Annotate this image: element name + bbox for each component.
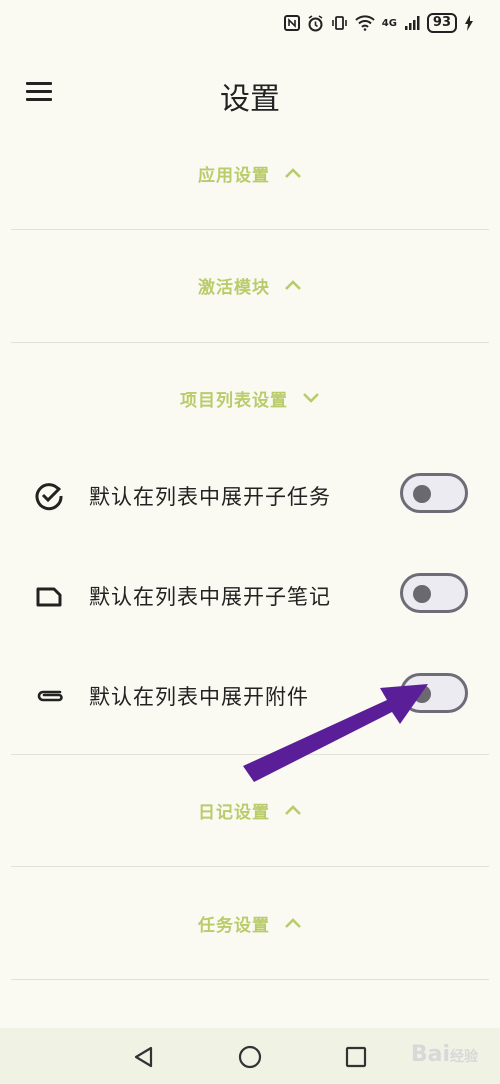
network-type: 4G <box>381 17 397 29</box>
section-label: 应用设置 <box>198 165 270 186</box>
toggle-knob <box>413 685 431 703</box>
app-bar: 设置 <box>0 62 500 122</box>
setting-label: 默认在列表中展开附件 <box>89 685 309 709</box>
home-button[interactable] <box>237 1044 263 1070</box>
section-label: 日记设置 <box>198 802 270 823</box>
divider <box>11 342 489 343</box>
recents-button[interactable] <box>343 1044 369 1070</box>
back-button[interactable] <box>131 1044 157 1070</box>
section-label: 任务设置 <box>198 915 270 936</box>
toggle-expand-subnotes[interactable] <box>400 573 468 613</box>
setting-label: 默认在列表中展开子任务 <box>89 485 331 509</box>
chevron-up-icon <box>284 167 302 179</box>
divider <box>11 866 489 867</box>
section-header-project-list-settings[interactable]: 项目列表设置 <box>0 378 500 418</box>
note-icon <box>34 581 64 611</box>
wifi-icon <box>355 15 375 31</box>
toggle-expand-attachments[interactable] <box>400 673 468 713</box>
chevron-up-icon <box>284 279 302 291</box>
section-header-journal-settings[interactable]: 日记设置 <box>0 790 500 830</box>
vibrate-icon <box>331 15 348 31</box>
attachment-icon <box>34 681 64 711</box>
battery-level: 93 <box>426 13 457 33</box>
check-circle-icon <box>34 481 64 511</box>
status-bar: 4G 93 <box>0 0 500 48</box>
section-label: 项目列表设置 <box>180 390 288 411</box>
setting-row-expand-attachments[interactable]: 默认在列表中展开附件 <box>0 665 500 725</box>
page-title: 设置 <box>220 82 280 117</box>
section-label: 激活模块 <box>198 277 270 298</box>
charging-icon <box>464 15 474 31</box>
section-header-task-settings[interactable]: 任务设置 <box>0 903 500 943</box>
divider <box>11 979 489 980</box>
setting-row-expand-subtasks[interactable]: 默认在列表中展开子任务 <box>0 465 500 525</box>
toggle-knob <box>413 585 431 603</box>
chevron-down-icon <box>302 392 320 404</box>
setting-label: 默认在列表中展开子笔记 <box>89 585 331 609</box>
section-header-app-settings[interactable]: 应用设置 <box>0 153 500 193</box>
status-icons: 4G 93 <box>283 13 474 33</box>
setting-row-expand-subnotes[interactable]: 默认在列表中展开子笔记 <box>0 565 500 625</box>
toggle-expand-subtasks[interactable] <box>400 473 468 513</box>
divider <box>11 754 489 755</box>
toggle-knob <box>413 485 431 503</box>
nfc-icon <box>283 15 300 31</box>
navigation-bar: Bai经验 <box>0 1028 500 1084</box>
divider <box>11 229 489 230</box>
section-header-activate-modules[interactable]: 激活模块 <box>0 265 500 305</box>
signal-icon <box>404 15 420 31</box>
alarm-icon <box>307 14 324 32</box>
chevron-up-icon <box>284 917 302 929</box>
chevron-up-icon <box>284 804 302 816</box>
watermark-logo: Bai经验 <box>410 1042 478 1067</box>
